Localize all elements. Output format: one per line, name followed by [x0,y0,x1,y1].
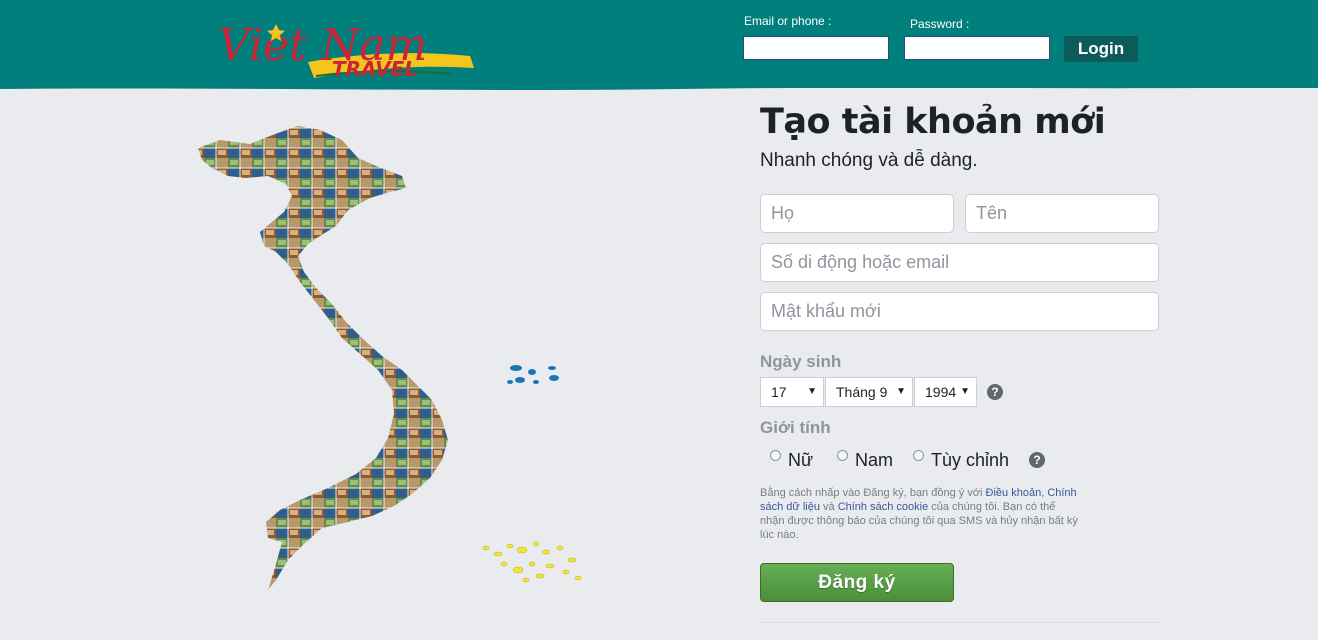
top-header: Viet Nam TRAVEL Email or phone : Passwor… [0,0,1318,90]
gender-option-custom[interactable]: Tùy chỉnh [913,450,1009,471]
dropdown-arrow-icon: ▼ [960,386,970,397]
login-button[interactable]: Login [1064,36,1138,62]
email-label: Email or phone : [744,14,832,28]
terms-link[interactable]: Điều khoản [986,487,1042,499]
gender-option-label: Tùy chỉnh [931,450,1010,470]
radio-button[interactable] [770,450,781,461]
birthday-label: Ngày sinh [760,352,842,371]
radio-button[interactable] [837,450,848,461]
mainland-photo-mosaic [198,126,448,590]
gender-option-label: Nữ [788,450,814,470]
header-wave-edge [0,84,1318,90]
dropdown-arrow-icon: ▼ [807,386,817,397]
birthday-help-icon[interactable]: ? [987,384,1003,400]
signup-button[interactable]: Đăng ký [760,563,954,602]
birthday-day-select[interactable]: 17 ▼ [760,377,824,407]
vietnam-photo-map [180,118,600,598]
spratly-islands [482,541,582,583]
birthday-month-select[interactable]: Tháng 9 ▼ [825,377,913,407]
radio-button[interactable] [913,450,924,461]
gender-label: Giới tính [760,418,831,437]
dropdown-arrow-icon: ▼ [896,386,906,397]
gender-option-male[interactable]: Nam [837,450,893,471]
gender-help-icon[interactable]: ? [1029,452,1045,468]
terms-text: và [819,501,838,513]
birthday-day-value: 17 [771,384,787,400]
signup-subtitle: Nhanh chóng và dễ dàng. [760,150,978,171]
password-label: Password : [910,17,970,31]
birthday-month-value: Tháng 9 [836,384,888,400]
terms-text: Bằng cách nhấp vào Đăng ký, bạn đồng ý v… [760,487,986,499]
cookie-policy-link[interactable]: Chính sách cookie [838,501,929,513]
logo-text-travel: TRAVEL [332,57,417,81]
vietnam-travel-logo[interactable]: Viet Nam TRAVEL [212,4,478,88]
gender-option-female[interactable]: Nữ [770,450,813,471]
last-name-input[interactable] [965,194,1159,233]
password-input[interactable] [904,36,1050,60]
paracel-islands [507,365,559,384]
gender-option-label: Nam [855,450,894,470]
birthday-year-value: 1994 [925,384,957,400]
terms-notice: Bằng cách nhấp vào Đăng ký, bạn đồng ý v… [760,486,1078,542]
new-password-input[interactable] [760,292,1159,331]
first-name-input[interactable] [760,194,954,233]
email-or-phone-input[interactable] [743,36,889,60]
signup-title: Tạo tài khoản mới [760,102,1106,142]
form-divider [760,622,1160,623]
mobile-or-email-input[interactable] [760,243,1159,282]
birthday-year-select[interactable]: 1994 ▼ [914,377,977,407]
